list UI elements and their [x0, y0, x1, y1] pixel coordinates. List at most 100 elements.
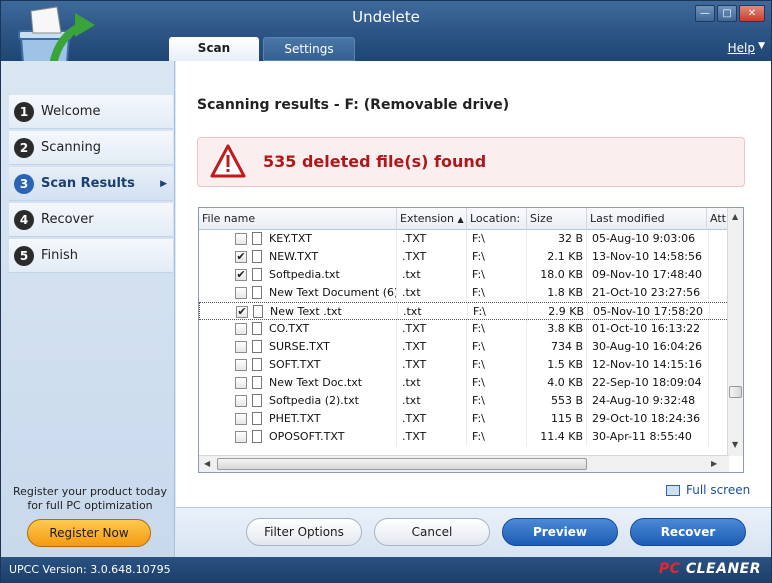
action-bar: Filter Options Cancel Preview Recover — [176, 507, 771, 557]
row-checkbox[interactable]: ✔ — [236, 306, 248, 318]
size-cell: 115 B — [529, 410, 587, 428]
undelete-window: Undelete — □ ✕ Scan Settings Help ▼ 1 We… — [0, 0, 772, 583]
size-cell: 3.8 KB — [529, 320, 587, 338]
vertical-scrollbar[interactable]: ▲ ▼ — [727, 208, 743, 456]
table-row[interactable]: New Text Document (6).txt.txtF:\1.8 KB21… — [199, 284, 729, 302]
file-name-cell: SOFT.TXT — [269, 356, 397, 374]
row-checkbox[interactable] — [235, 323, 247, 335]
register-now-button[interactable]: Register Now — [27, 519, 151, 547]
column-header-label: Extension — [400, 212, 455, 225]
table-row[interactable]: SURSE.TXT .TXT F:\ 734 B 30-Aug-10 16:04:26 — [199, 338, 729, 356]
file-name-cell: New Text Document (6).txt — [269, 284, 397, 302]
row-checkbox[interactable]: ✔ — [235, 269, 247, 281]
row-checkbox[interactable]: ✔ — [235, 251, 247, 263]
location-cell: F:\ — [469, 284, 527, 302]
extension-cell: .TXT — [399, 356, 467, 374]
column-header-file-name[interactable]: File name — [199, 208, 397, 230]
scroll-right-icon[interactable]: ▶ — [711, 459, 717, 468]
size-cell: 32 B — [529, 230, 587, 248]
last-modified-cell: 12-Nov-10 14:15:16 — [589, 356, 709, 374]
row-checkbox[interactable] — [235, 287, 247, 299]
last-modified-cell: 21-Oct-10 23:27:56 — [589, 284, 709, 302]
table-row[interactable]: KEY.TXT .TXT F:\ 32 B 05-Aug-10 9:03:06 — [199, 230, 729, 248]
cancel-button[interactable]: Cancel — [374, 518, 490, 546]
full-screen-link[interactable]: Full screen — [666, 483, 750, 497]
tab-settings[interactable]: Settings — [263, 37, 355, 61]
last-modified-cell: 29-Oct-10 18:24:36 — [589, 410, 709, 428]
last-modified-cell: 30-Apr-11 8:55:40 — [589, 428, 709, 446]
row-checkbox[interactable] — [235, 341, 247, 353]
horizontal-scrollbar[interactable]: ◀ ▶ — [199, 455, 729, 472]
step-welcome[interactable]: 1 Welcome — [9, 95, 173, 129]
vertical-scroll-thumb[interactable] — [729, 386, 742, 398]
last-modified-cell: 22-Sep-10 18:09:04 — [589, 374, 709, 392]
column-header-attributes[interactable]: Attr — [707, 208, 729, 230]
column-header-size[interactable]: Size — [527, 208, 587, 230]
title-bar: Undelete — □ ✕ — [1, 1, 771, 37]
column-header-last-modified[interactable]: Last modified — [587, 208, 707, 230]
table-row[interactable]: CO.TXT .TXT F:\ 3.8 KB 01-Oct-10 16:13:22 — [199, 320, 729, 338]
size-cell: 2.1 KB — [529, 248, 587, 266]
text-file-icon — [252, 376, 262, 389]
full-screen-label: Full screen — [686, 483, 751, 497]
text-file-icon — [253, 305, 263, 318]
step-scan-results[interactable]: 3 Scan Results ▶ — [9, 167, 173, 201]
pc-cleaner-logo: PC CLEANER — [659, 561, 761, 577]
maximize-button[interactable]: □ — [717, 5, 737, 22]
size-cell: 734 B — [529, 338, 587, 356]
sidebar: 1 Welcome 2 Scanning 3 Scan Results ▶ 4 … — [1, 61, 175, 557]
extension-cell: .txt — [399, 392, 467, 410]
brand-pc: PC — [658, 561, 681, 577]
file-name-cell: NEW.TXT — [269, 248, 397, 266]
full-screen-icon — [666, 484, 680, 496]
scroll-down-icon[interactable]: ▼ — [732, 440, 738, 449]
tab-scan[interactable]: Scan — [169, 37, 259, 61]
last-modified-cell: 05-Aug-10 9:03:06 — [589, 230, 709, 248]
step-label: Finish — [41, 248, 79, 263]
size-cell: 2.9 KB — [530, 303, 588, 321]
row-checkbox[interactable] — [235, 359, 247, 371]
file-name-cell: KEY.TXT — [269, 230, 397, 248]
table-row[interactable]: ✔ Softpedia.txt .txt F:\ 18.0 KB 09-Nov-10 17… — [199, 266, 729, 284]
row-checkbox[interactable] — [235, 377, 247, 389]
results-alert: 535 deleted file(s) found — [197, 137, 745, 187]
extension-cell: .txt — [400, 303, 468, 321]
recover-button[interactable]: Recover — [630, 518, 746, 546]
size-cell: 4.0 KB — [529, 374, 587, 392]
column-header-extension[interactable]: Extension ▲ — [397, 208, 467, 230]
table-row[interactable]: ✔ New Text .txt .txt F:\ 2.9 KB 05-Nov-10 17:… — [199, 302, 729, 321]
column-header-location[interactable]: Location: — [467, 208, 527, 230]
table-row[interactable]: New Text Doc.txt .txt F:\ 4.0 KB 22-Sep-10 1… — [199, 374, 729, 392]
table-body: KEY.TXT .TXT F:\ 32 B 05-Aug-10 9:03:06 ✔ NEW.… — [199, 230, 729, 456]
filter-options-button[interactable]: Filter Options — [246, 518, 362, 546]
step-number-badge: 4 — [14, 209, 34, 230]
step-finish[interactable]: 5 Finish — [9, 239, 173, 273]
size-cell: 11.4 KB — [529, 428, 587, 446]
location-cell: F:\ — [469, 266, 527, 284]
file-name-cell: New Text .txt — [270, 303, 398, 321]
extension-cell: .TXT — [399, 248, 467, 266]
scroll-left-icon[interactable]: ◀ — [204, 459, 210, 468]
table-row[interactable]: Softpedia (2).txt .txt F:\ 553 B 24-Aug-10 9… — [199, 392, 729, 410]
row-checkbox[interactable] — [235, 413, 247, 425]
help-menu[interactable]: Help — [728, 41, 755, 55]
location-cell: F:\ — [469, 356, 527, 374]
step-scanning[interactable]: 2 Scanning — [9, 131, 173, 165]
step-recover[interactable]: 4 Recover — [9, 203, 173, 237]
minimize-button[interactable]: — — [695, 5, 715, 22]
horizontal-scroll-thumb[interactable] — [217, 458, 587, 470]
step-number-badge: 5 — [14, 245, 34, 266]
row-checkbox[interactable] — [235, 233, 247, 245]
table-row[interactable]: ✔ NEW.TXT .TXT F:\ 2.1 KB 13-Nov-10 14:58:56 — [199, 248, 729, 266]
row-checkbox[interactable] — [235, 431, 247, 443]
scroll-up-icon[interactable]: ▲ — [732, 212, 738, 221]
table-row[interactable]: OPOSOFT.TXT .TXT F:\ 11.4 KB 30-Apr-11 8:55:… — [199, 428, 729, 446]
table-row[interactable]: PHET.TXT .TXT F:\ 115 B 29-Oct-10 18:24:36 — [199, 410, 729, 428]
row-checkbox[interactable] — [235, 395, 247, 407]
step-label: Scan Results — [41, 176, 135, 191]
table-row[interactable]: SOFT.TXT .TXT F:\ 1.5 KB 12-Nov-10 14:15:16 — [199, 356, 729, 374]
help-dropdown-icon[interactable]: ▼ — [758, 41, 765, 51]
window-controls: — □ ✕ — [695, 5, 765, 22]
close-button[interactable]: ✕ — [739, 5, 765, 22]
preview-button[interactable]: Preview — [502, 518, 618, 546]
